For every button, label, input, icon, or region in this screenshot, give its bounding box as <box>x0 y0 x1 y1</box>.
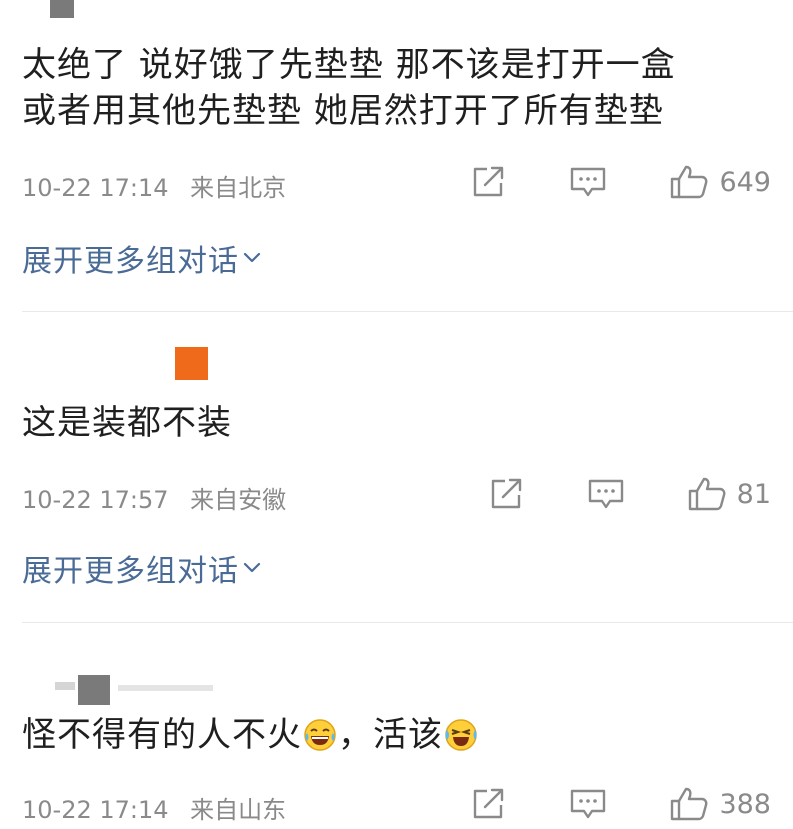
location: 来自安徽 <box>190 486 287 514</box>
share-icon <box>474 788 504 819</box>
expand-label: 展开更多组对话 <box>22 554 239 589</box>
like-icon <box>671 787 708 821</box>
comment-icon <box>571 167 606 197</box>
comment-meta: 10-22 17:57 来自安徽 <box>22 480 286 515</box>
like-count: 388 <box>719 788 771 820</box>
comment-text: 这是装都不装 <box>22 400 773 446</box>
share-button[interactable] <box>489 477 525 511</box>
avatar-redacted <box>50 0 74 18</box>
like-button[interactable]: 649 <box>669 164 771 200</box>
crying-laughing-emoji <box>445 719 477 751</box>
avatar-redacted <box>118 685 213 691</box>
divider <box>22 311 793 312</box>
share-icon <box>474 166 504 197</box>
laughing-tears-emoji <box>304 719 336 751</box>
comment-text: 怪不得有的人不火 ，活该 <box>22 712 773 758</box>
comment-text-line-1: 太绝了 说好饿了先垫垫 那不该是打开一盒 <box>22 45 676 85</box>
expand-label: 展开更多组对话 <box>22 244 239 279</box>
chevron-down-icon <box>243 562 261 573</box>
expand-conversation-link[interactable]: 展开更多组对话 <box>22 546 261 590</box>
comment-text-part-1: 怪不得有的人不火 <box>22 715 302 755</box>
chevron-down-icon <box>243 252 261 263</box>
timestamp: 10-22 17:14 <box>22 174 169 202</box>
comment-actions: 649 <box>471 164 771 200</box>
comment-text: 太绝了 说好饿了先垫垫 那不该是打开一盒 或者用其他先垫垫 她居然打开了所有垫垫 <box>22 42 773 134</box>
like-icon <box>671 165 708 199</box>
comment-button[interactable] <box>587 477 625 511</box>
like-button[interactable]: 388 <box>669 786 771 822</box>
comment-button[interactable] <box>569 787 607 821</box>
comment-text-part-2: ，活该 <box>338 715 443 755</box>
location: 来自北京 <box>190 174 287 202</box>
like-button[interactable]: 81 <box>687 476 771 512</box>
expand-conversation-link[interactable]: 展开更多组对话 <box>22 236 261 280</box>
share-button[interactable] <box>471 787 507 821</box>
comment-actions: 388 <box>471 786 771 822</box>
comment-actions: 81 <box>489 476 771 512</box>
timestamp: 10-22 17:57 <box>22 486 169 514</box>
share-icon <box>491 478 521 509</box>
like-icon <box>688 477 726 511</box>
comment-text-line-1: 这是装都不装 <box>22 403 232 443</box>
comment-meta: 10-22 17:14 来自山东 <box>22 790 286 825</box>
avatar-redacted <box>78 675 110 705</box>
location: 来自山东 <box>190 796 287 824</box>
divider <box>22 622 793 623</box>
comment-icon <box>571 789 606 819</box>
comment-text-line-2: 或者用其他先垫垫 她居然打开了所有垫垫 <box>22 91 664 131</box>
comment-button[interactable] <box>569 165 607 199</box>
avatar-redacted <box>175 347 208 380</box>
comment-icon <box>588 479 623 509</box>
avatar-redacted <box>55 682 75 690</box>
like-count: 649 <box>719 166 771 198</box>
like-count: 81 <box>736 478 771 510</box>
timestamp: 10-22 17:14 <box>22 796 169 824</box>
comment-meta: 10-22 17:14 来自北京 <box>22 168 286 203</box>
share-button[interactable] <box>471 165 507 199</box>
